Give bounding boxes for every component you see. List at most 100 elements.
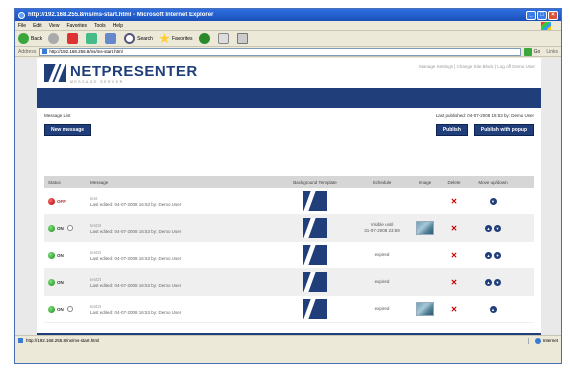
- image-cell: [410, 221, 440, 235]
- col-delete: Delete: [447, 179, 461, 185]
- publish-button[interactable]: Publish: [435, 124, 468, 136]
- col-status: Status: [48, 179, 61, 185]
- move-down-icon[interactable]: ▼: [494, 251, 501, 259]
- menu-help[interactable]: Help: [113, 23, 123, 29]
- message-cell[interactable]: test2t Last edited: 04-07-2008 16:53 by:…: [86, 250, 276, 261]
- menu-tools[interactable]: Tools: [94, 23, 106, 29]
- home-button[interactable]: [105, 33, 118, 44]
- media-button[interactable]: [198, 33, 212, 44]
- move-down-icon[interactable]: ▼: [489, 197, 497, 205]
- address-label: Address: [18, 48, 37, 55]
- print-button[interactable]: [236, 33, 250, 44]
- refresh-button[interactable]: [86, 33, 99, 44]
- message-cell[interactable]: test2t Last edited: 04-07-2008 16:53 by:…: [86, 277, 276, 288]
- status-label: ON: [57, 279, 64, 285]
- back-arrow-icon: [18, 33, 29, 44]
- table-header: Status Message Background Template Sched…: [44, 176, 534, 188]
- menu-edit[interactable]: Edit: [33, 23, 42, 29]
- move-cell: ▲ ▼: [468, 251, 518, 259]
- message-cell[interactable]: test Last edited: 04-07-2008 16:53 by: D…: [86, 196, 276, 207]
- refresh-icon: [86, 33, 98, 44]
- windows-flag-icon: [541, 21, 551, 30]
- status-on-icon: [48, 251, 55, 259]
- home-icon: [105, 33, 117, 44]
- logo-name: NETPRESENTER: [70, 63, 198, 80]
- template-thumbnail[interactable]: [303, 218, 327, 238]
- schedule-text[interactable]: expired: [375, 279, 390, 284]
- image-thumbnail[interactable]: [416, 302, 434, 316]
- section-title: Message List: [44, 113, 71, 118]
- maximize-button[interactable]: □: [537, 10, 547, 20]
- status-toggle[interactable]: ON: [44, 278, 86, 286]
- forward-button[interactable]: [48, 33, 61, 44]
- status-toggle[interactable]: ON: [44, 224, 86, 232]
- status-toggle[interactable]: ON: [44, 251, 86, 259]
- back-button[interactable]: Back: [18, 33, 42, 44]
- template-cell: [276, 191, 354, 211]
- delete-icon[interactable]: ✕: [451, 224, 458, 233]
- address-input[interactable]: http://192.168.255.8/ns/ms-start.html: [39, 47, 521, 56]
- status-toggle[interactable]: OFF: [44, 197, 86, 205]
- star-icon: [159, 33, 170, 44]
- top-links[interactable]: Manage Settings | Change Site Block | Lo…: [419, 64, 535, 69]
- menu-file[interactable]: File: [18, 23, 26, 29]
- menu-view[interactable]: View: [49, 23, 60, 29]
- schedule-cell: expired: [354, 279, 410, 285]
- status-label: OFF: [57, 198, 66, 204]
- message-cell[interactable]: test3t Last edited: 04-07-2008 16:53 by:…: [86, 223, 276, 234]
- schedule-text[interactable]: Visible until 31-07-2008 23:59: [364, 222, 400, 233]
- move-up-icon[interactable]: ▲: [485, 224, 492, 232]
- title-bar: http://192.168.255.8/ns/ms-start.html - …: [15, 9, 561, 21]
- delete-icon[interactable]: ✕: [451, 278, 458, 287]
- address-bar: Address http://192.168.255.8/ns/ms-start…: [15, 47, 561, 57]
- move-cell: ▲ ▼: [468, 224, 518, 232]
- col-move: Move up/down: [478, 179, 508, 185]
- publish-with-popup-button[interactable]: Publish with popup: [473, 124, 534, 136]
- message-title: test: [90, 195, 98, 201]
- message-title: test3t: [90, 222, 102, 228]
- delete-icon[interactable]: ✕: [451, 197, 458, 206]
- delete-cell: ✕: [440, 197, 468, 206]
- minimize-button[interactable]: _: [526, 10, 536, 20]
- schedule-text[interactable]: expired: [375, 252, 390, 257]
- col-image: Image: [418, 179, 432, 185]
- close-button[interactable]: ×: [548, 10, 558, 20]
- status-off-icon: [48, 197, 55, 205]
- delete-icon[interactable]: ✕: [451, 251, 458, 260]
- search-button[interactable]: Search: [124, 33, 153, 44]
- move-up-icon[interactable]: ▲: [485, 278, 492, 286]
- security-zone: Internet: [527, 337, 558, 344]
- new-message-button[interactable]: New message: [44, 124, 92, 136]
- template-thumbnail[interactable]: [303, 272, 327, 292]
- message-cell[interactable]: test2t Last edited: 04-07-2008 16:53 by:…: [86, 304, 276, 315]
- col-message: Message: [90, 179, 109, 185]
- go-button[interactable]: Go: [523, 47, 540, 56]
- image-thumbnail[interactable]: [416, 221, 434, 235]
- message-edited: Last edited: 04-07-2008 16:53 by: Demo U…: [90, 282, 182, 288]
- template-thumbnail[interactable]: [303, 245, 327, 265]
- menu-favorites[interactable]: Favorites: [66, 23, 87, 29]
- template-thumbnail[interactable]: [303, 299, 327, 319]
- delete-icon[interactable]: ✕: [451, 305, 458, 314]
- status-url: http://192.168.255.8/ns/ms-start.html: [26, 338, 100, 343]
- links-button[interactable]: Links: [546, 49, 558, 55]
- delete-cell: ✕: [440, 251, 468, 260]
- mail-icon: [217, 33, 229, 44]
- schedule-text[interactable]: expired: [375, 306, 390, 311]
- ie-icon: [18, 11, 25, 19]
- browser-viewport: NETPRESENTER MESSAGE SERVER Manage Setti…: [15, 58, 561, 345]
- favorites-button[interactable]: Favorites: [159, 33, 193, 44]
- mail-button[interactable]: [217, 33, 231, 44]
- move-down-icon[interactable]: ▼: [494, 278, 501, 286]
- template-thumbnail[interactable]: [303, 191, 327, 211]
- move-up-icon[interactable]: ▲: [485, 251, 492, 259]
- status-on-icon: [48, 278, 55, 286]
- browser-window: http://192.168.255.8/ns/ms-start.html - …: [14, 8, 562, 364]
- move-up-icon[interactable]: ▲: [489, 305, 497, 313]
- message-edited: Last edited: 04-07-2008 16:53 by: Demo U…: [90, 228, 182, 234]
- stop-button[interactable]: [67, 33, 80, 44]
- move-down-icon[interactable]: ▼: [494, 224, 501, 232]
- favorites-label: Favorites: [171, 35, 193, 42]
- go-arrow-icon: [523, 47, 532, 56]
- status-toggle[interactable]: ON: [44, 305, 86, 313]
